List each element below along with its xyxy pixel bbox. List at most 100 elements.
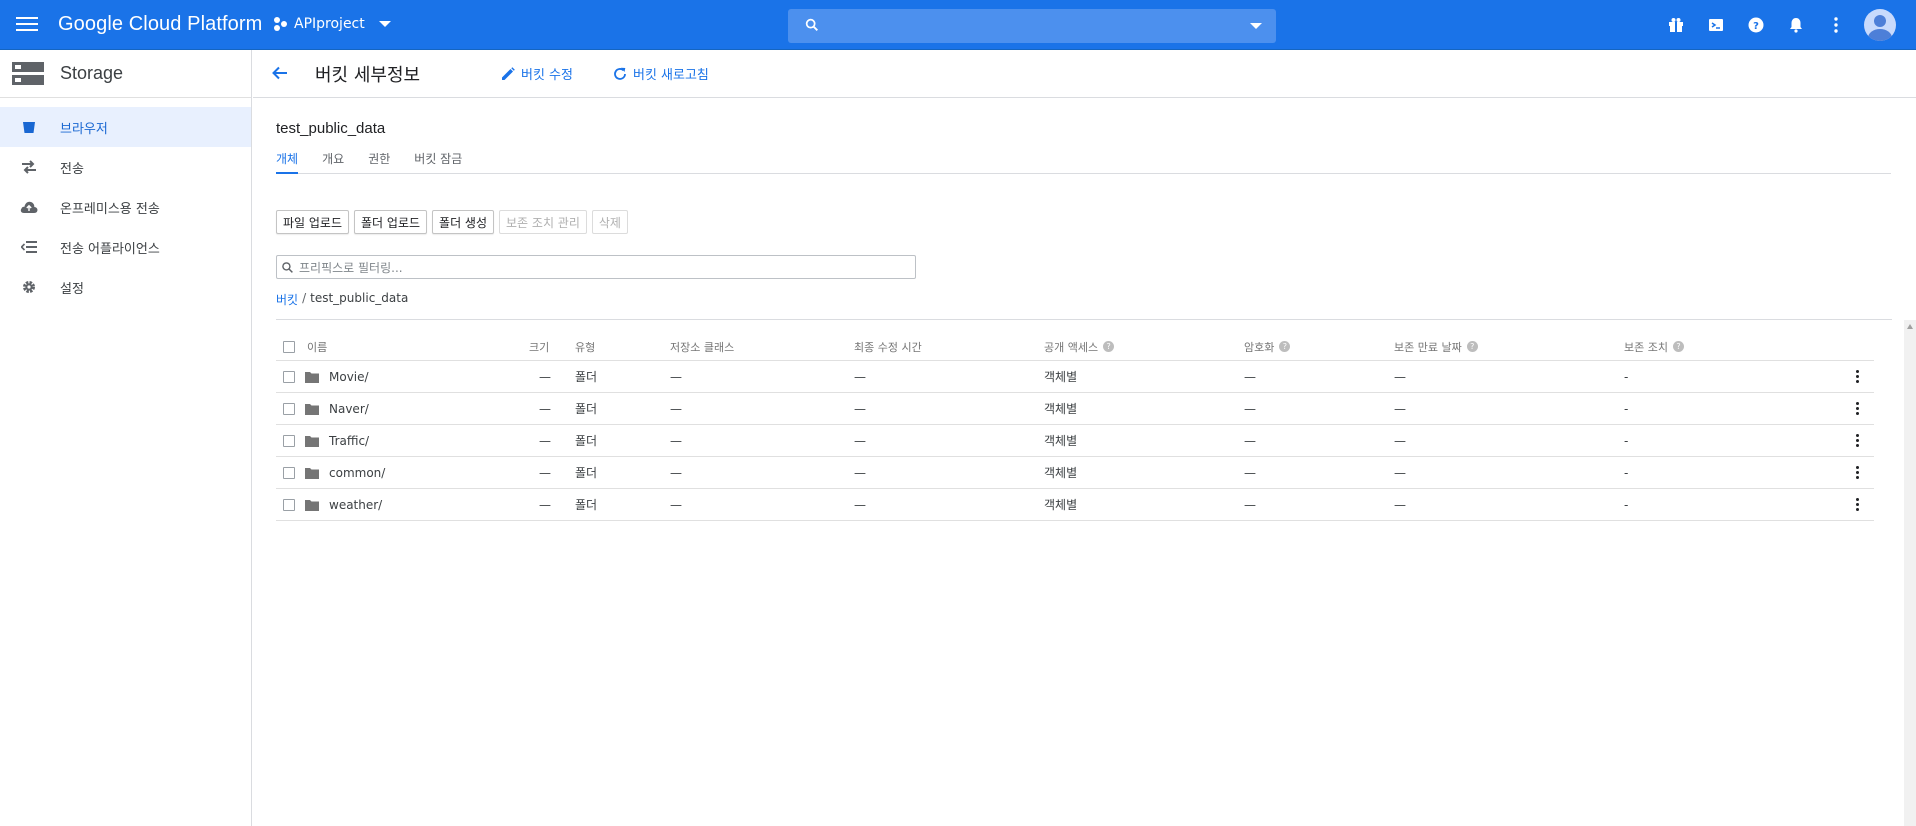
col-type[interactable]: 유형 [575,333,595,360]
sidebar-item-label: 설정 [60,281,84,297]
divider [276,319,1892,320]
tab-bucket-lock[interactable]: 버킷 잠금 [414,148,462,174]
table-row[interactable]: Naver/ — 폴더 — — 객체별 — — - [276,393,1874,425]
row-menu-icon[interactable] [1847,399,1867,419]
sidebar-item-label: 온프레미스용 전송 [60,201,160,217]
cell-storage-class: — [670,465,682,480]
col-storage-class[interactable]: 저장소 클래스 [670,333,734,360]
object-name-link[interactable]: Traffic/ [329,434,369,448]
back-arrow-icon[interactable] [271,64,289,82]
filter-placeholder: 프리픽스로 필터링... [299,260,403,275]
col-encryption[interactable]: 암호화 [1244,339,1274,355]
col-hold[interactable]: 보존 조치 [1624,339,1668,355]
bucket-icon [20,118,38,136]
edit-bucket-label: 버킷 수정 [521,68,573,83]
select-all-checkbox[interactable] [283,340,295,353]
sidebar-item-settings[interactable]: 설정 [0,267,251,307]
cell-hold: - [1624,401,1629,416]
cell-encryption: — [1244,369,1256,384]
object-name-link[interactable]: Movie/ [329,370,369,384]
upload-folder-button[interactable]: 폴더 업로드 [354,210,428,234]
more-vert-icon[interactable] [1816,0,1856,50]
sidebar-item-transfer[interactable]: 전송 [0,147,251,187]
cell-type: 폴더 [575,402,598,416]
upload-files-button[interactable]: 파일 업로드 [276,210,350,234]
row-menu-icon[interactable] [1847,431,1867,451]
prefix-filter-input[interactable]: 프리픽스로 필터링... [276,255,916,279]
help-icon[interactable]: ? [1279,341,1291,352]
menu-icon[interactable] [14,13,40,37]
row-checkbox[interactable] [283,402,295,415]
cell-size: — [539,401,551,416]
edit-pencil-icon [502,66,515,80]
sidebar-item-label: 브라우저 [60,121,108,137]
delete-button[interactable]: 삭제 [591,210,628,234]
row-menu-icon[interactable] [1847,495,1867,515]
help-icon[interactable]: ? [1672,341,1684,352]
manage-holds-button[interactable]: 보존 조치 관리 [499,210,587,234]
notifications-icon[interactable] [1776,0,1816,50]
breadcrumb-separator: / [302,291,307,305]
sidebar-item-onprem-transfer[interactable]: 온프레미스용 전송 [0,187,251,227]
table-row[interactable]: Movie/ — 폴더 — — 객체별 — — - [276,361,1874,393]
object-name-link[interactable]: weather/ [329,498,382,512]
project-selector[interactable]: APIproject [274,16,391,32]
tab-objects[interactable]: 개체 [276,148,299,174]
cell-public-access: 객체별 [1044,466,1078,480]
row-checkbox[interactable] [283,434,295,447]
help-icon[interactable]: ? [1466,341,1478,352]
folder-icon [305,371,319,383]
refresh-bucket-button[interactable]: 버킷 새로고침 [613,64,709,83]
search-icon [805,18,818,31]
edit-bucket-button[interactable]: 버킷 수정 [501,64,573,83]
cell-retention: — [1394,465,1406,480]
object-name-link[interactable]: common/ [329,466,385,480]
tab-permissions[interactable]: 권한 [368,148,390,174]
object-actions: 파일 업로드 폴더 업로드 폴더 생성 보존 조치 관리 삭제 [276,210,628,234]
cell-public-access: 객체별 [1044,402,1078,416]
cell-public-access: 객체별 [1044,434,1078,448]
sidebar: Storage 브라우저 전송 온프레미스용 전송 전송 어플라이언스 설정 [0,50,252,826]
cloud-shell-icon[interactable] [1696,0,1736,50]
col-public-access[interactable]: 공개 액세스 [1044,339,1098,355]
col-last-modified[interactable]: 최종 수정 시간 [854,333,922,360]
sidebar-item-transfer-appliance[interactable]: 전송 어플라이언스 [0,227,251,267]
refresh-bucket-label: 버킷 새로고침 [633,68,709,83]
help-icon[interactable]: ? [1103,341,1115,352]
cell-size: — [539,369,551,384]
create-folder-button[interactable]: 폴더 생성 [432,210,495,234]
cell-type: 폴더 [575,498,598,512]
help-icon[interactable]: ? [1736,0,1776,50]
cell-hold: - [1624,433,1629,448]
scroll-up-icon[interactable] [1907,324,1913,329]
cell-hold: - [1624,369,1629,384]
row-checkbox[interactable] [283,370,295,383]
sidebar-item-browser[interactable]: 브라우저 [0,107,251,147]
folder-icon [305,435,319,447]
table-row[interactable]: common/ — 폴더 — — 객체별 — — - [276,457,1874,489]
search-input[interactable] [788,9,1276,43]
row-menu-icon[interactable] [1847,463,1867,483]
row-menu-icon[interactable] [1847,367,1867,387]
table-row[interactable]: Traffic/ — 폴더 — — 객체별 — — - [276,425,1874,457]
brand-title[interactable]: Google Cloud Platform [58,13,262,36]
transfer-icon [20,158,38,176]
tab-overview[interactable]: 개요 [322,148,344,174]
col-size[interactable]: 크기 [529,333,549,360]
vertical-scrollbar[interactable] [1904,320,1916,826]
col-retention[interactable]: 보존 만료 날짜 [1394,339,1462,355]
cell-encryption: — [1244,497,1256,512]
breadcrumb-buckets-link[interactable]: 버킷 [276,291,298,308]
row-checkbox[interactable] [283,498,295,511]
sidebar-title: Storage [60,63,124,83]
cell-encryption: — [1244,465,1256,480]
search-icon [282,261,293,273]
row-checkbox[interactable] [283,466,295,479]
account-avatar[interactable] [1864,9,1896,41]
object-name-link[interactable]: Naver/ [329,402,369,416]
table-row[interactable]: weather/ — 폴더 — — 객체별 — — - [276,489,1874,521]
project-name: APIproject [294,16,365,32]
search-dropdown-icon[interactable] [1250,23,1262,29]
gift-icon[interactable] [1656,0,1696,50]
col-name[interactable]: 이름 [307,333,327,360]
